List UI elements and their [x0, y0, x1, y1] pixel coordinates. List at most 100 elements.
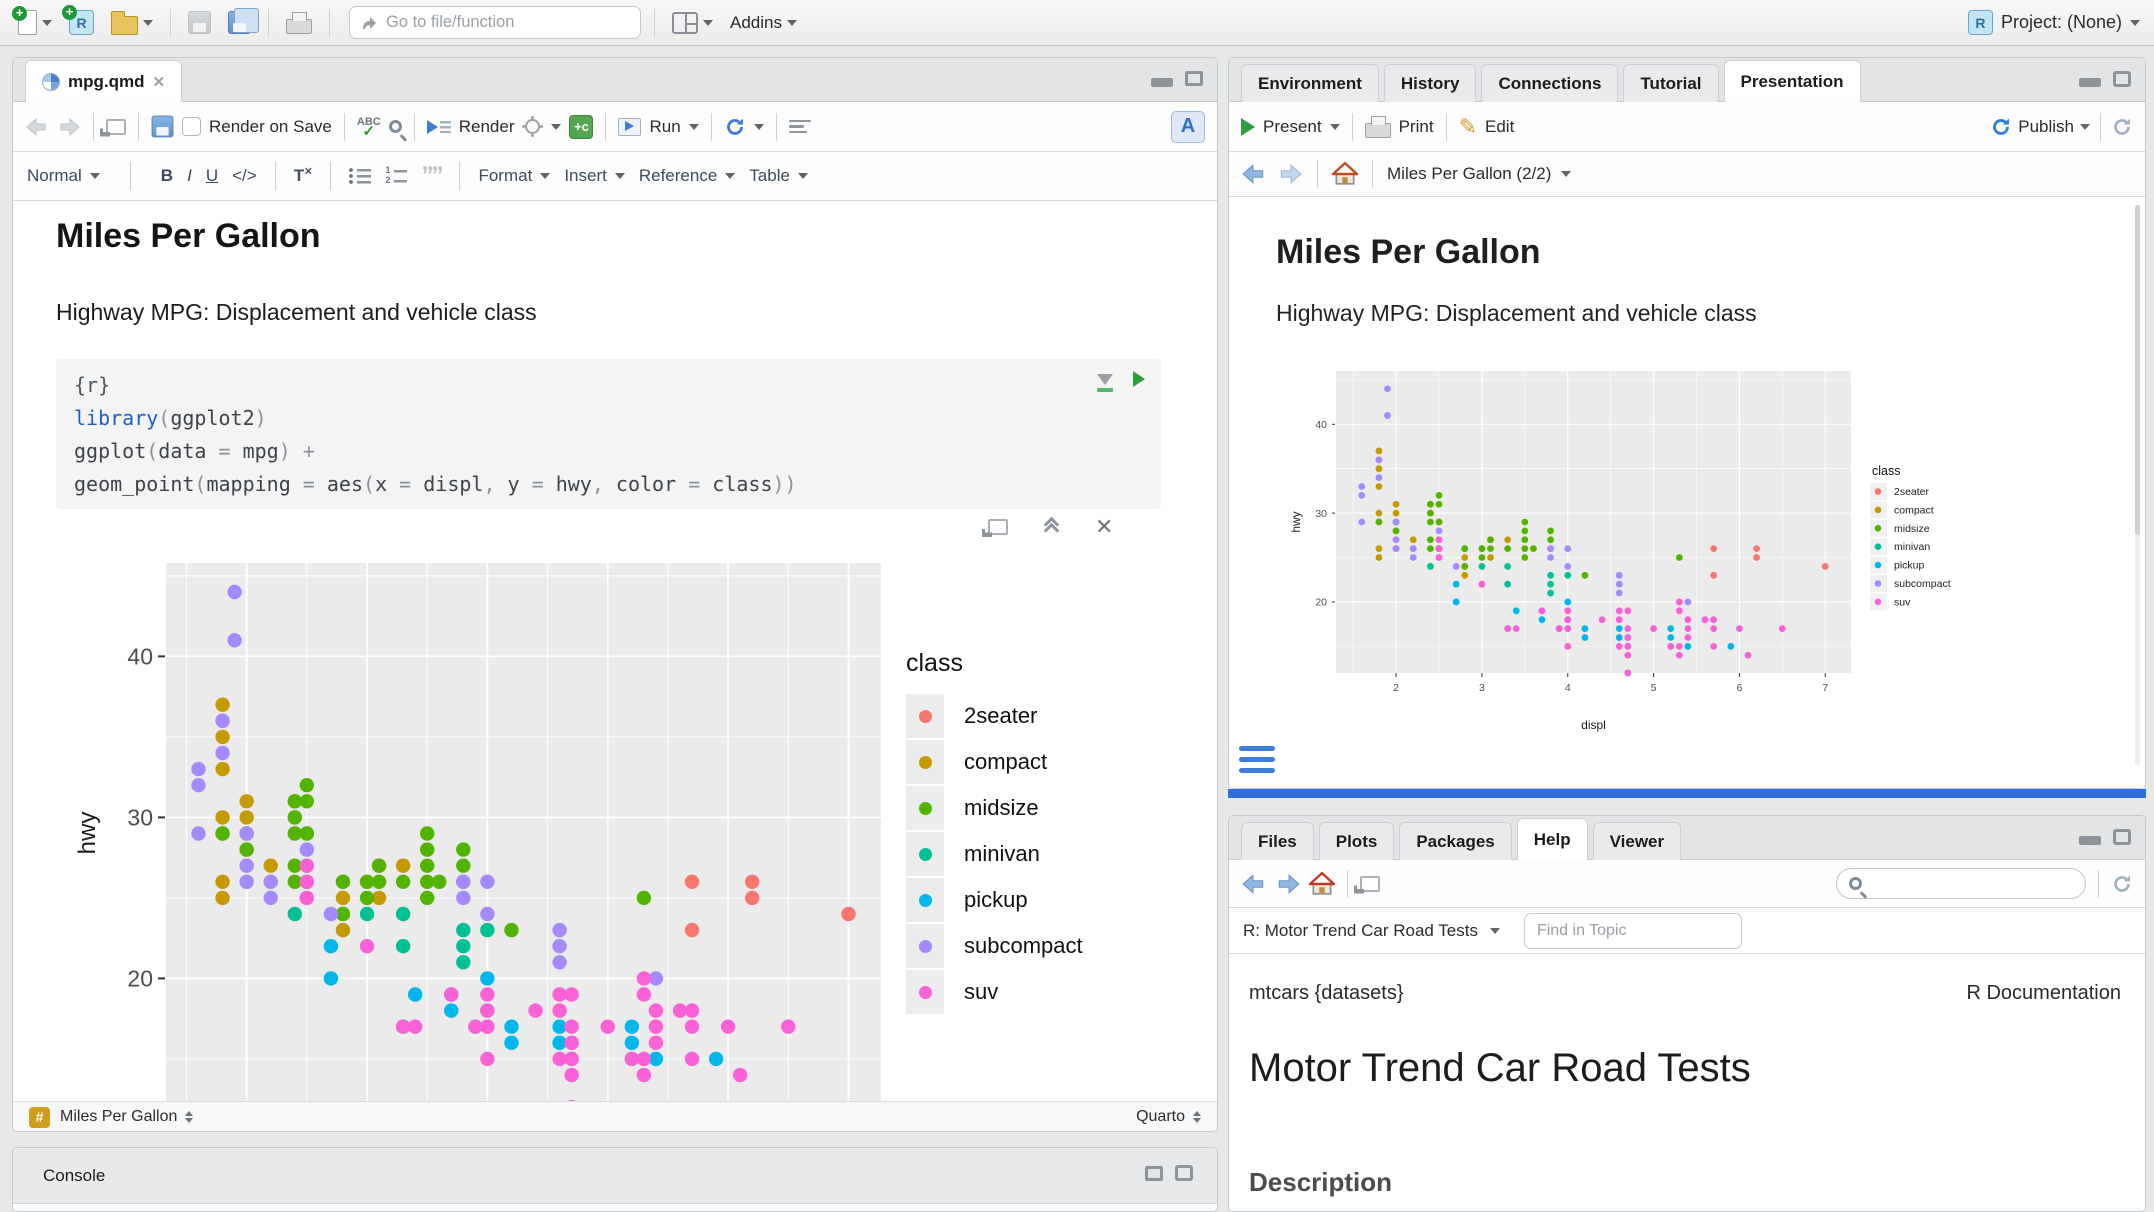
maximize-icon[interactable]	[2113, 71, 2131, 87]
help-topic-selector[interactable]: R: Motor Trend Car Road Tests	[1243, 921, 1478, 941]
chevron-down-icon[interactable]	[1330, 124, 1340, 130]
run-label[interactable]: Run	[649, 117, 680, 137]
popout-icon[interactable]	[1360, 876, 1380, 892]
search-icon[interactable]	[389, 120, 402, 133]
render-icon[interactable]	[427, 118, 451, 136]
home-icon[interactable]	[1309, 872, 1335, 896]
popout-icon[interactable]	[988, 519, 1008, 535]
chunk-code[interactable]: library(ggplot2)ggplot(data = mpg) + geo…	[74, 402, 1143, 501]
restore-icon[interactable]	[1185, 71, 1203, 86]
publish-label[interactable]: Publish	[2018, 117, 2074, 137]
tab-environment[interactable]: Environment	[1241, 64, 1379, 102]
panes-layout-button[interactable]	[668, 9, 717, 37]
slide-nav-title[interactable]: Miles Per Gallon (2/2)	[1387, 164, 1551, 184]
back-icon[interactable]	[1241, 163, 1267, 185]
chevron-down-icon[interactable]	[143, 20, 153, 26]
tab-tutorial[interactable]: Tutorial	[1623, 64, 1718, 102]
updown-icon[interactable]	[185, 1111, 193, 1123]
tab-mpg-qmd[interactable]: mpg.qmd ✕	[25, 60, 182, 102]
tab-plots[interactable]: Plots	[1319, 822, 1395, 860]
console-header[interactable]: Console	[13, 1148, 1217, 1204]
present-icon[interactable]	[1241, 118, 1255, 136]
forward-icon[interactable]	[57, 117, 81, 137]
new-project-button[interactable]: R+	[65, 7, 98, 38]
pane-focus-bar[interactable]	[1228, 789, 2146, 798]
collapse-output-icon[interactable]	[1046, 519, 1057, 536]
save-button[interactable]	[184, 8, 215, 37]
gear-icon[interactable]	[525, 119, 540, 134]
code-button[interactable]: </>	[232, 166, 257, 186]
tab-viewer[interactable]: Viewer	[1593, 822, 1682, 860]
slide-menu-icon[interactable]	[1239, 746, 1275, 779]
back-icon[interactable]	[25, 117, 49, 137]
bullet-list-icon[interactable]	[349, 168, 371, 184]
print-icon[interactable]	[1365, 123, 1391, 138]
run-icon[interactable]	[618, 118, 641, 136]
updown-icon[interactable]	[1193, 1111, 1201, 1123]
help-search-box[interactable]	[1836, 868, 2086, 899]
render-label[interactable]: Render	[459, 117, 515, 137]
chevron-down-icon[interactable]	[551, 124, 561, 130]
addins-menu[interactable]: Addins	[726, 10, 801, 36]
close-icon[interactable]: ✕	[153, 73, 166, 91]
chevron-down-icon[interactable]	[2080, 124, 2090, 130]
tab-connections[interactable]: Connections	[1481, 64, 1618, 102]
chevron-down-icon[interactable]	[1561, 171, 1571, 177]
section-selector[interactable]: Miles Per Gallon	[60, 1108, 177, 1126]
chevron-down-icon[interactable]	[689, 124, 699, 130]
minimize-icon[interactable]	[1151, 78, 1173, 87]
forward-icon[interactable]	[1275, 873, 1301, 895]
print-label[interactable]: Print	[1399, 117, 1434, 137]
paragraph-style-dropdown[interactable]: Normal	[27, 166, 100, 186]
table-menu[interactable]: Table	[749, 166, 808, 186]
chevron-down-icon[interactable]	[703, 20, 713, 26]
tab-help[interactable]: Help	[1517, 818, 1588, 860]
minimize-icon[interactable]	[2079, 78, 2101, 87]
new-file-button[interactable]: +	[14, 7, 56, 38]
edit-label[interactable]: Edit	[1485, 117, 1514, 137]
maximize-icon[interactable]	[2113, 829, 2131, 845]
popout-icon[interactable]	[106, 119, 126, 135]
doc-mode-selector[interactable]: Quarto	[1136, 1108, 1185, 1126]
insert-menu[interactable]: Insert	[564, 166, 625, 186]
refresh-icon[interactable]	[2111, 873, 2133, 895]
run-chunks-above-icon[interactable]	[1097, 374, 1113, 385]
visual-editor-toggle[interactable]: A	[1171, 111, 1205, 143]
save-icon[interactable]	[152, 116, 174, 138]
help-search-input[interactable]	[1870, 875, 2050, 893]
blockquote-icon[interactable]: ””	[421, 168, 441, 184]
format-menu[interactable]: Format	[478, 166, 550, 186]
find-in-topic-input[interactable]	[1524, 913, 1742, 949]
scrollbar[interactable]	[2135, 205, 2140, 765]
publish-icon[interactable]	[1990, 116, 2012, 138]
clear-format-button[interactable]: T✕	[294, 166, 313, 186]
print-button[interactable]	[282, 8, 316, 37]
render-on-save-checkbox[interactable]	[182, 117, 201, 136]
rerun-icon[interactable]	[724, 116, 746, 138]
run-chunk-icon[interactable]	[1133, 371, 1145, 387]
edit-pencil-icon[interactable]: ✎	[1459, 114, 1477, 140]
home-icon[interactable]	[1332, 162, 1358, 186]
spellcheck-icon[interactable]: ABC✓	[357, 118, 381, 136]
numbered-list-icon[interactable]: 12	[385, 168, 407, 184]
back-icon[interactable]	[1241, 873, 1267, 895]
bold-button[interactable]: B	[161, 166, 173, 186]
minimize-icon[interactable]	[2079, 836, 2101, 845]
close-icon[interactable]: ✕	[1095, 517, 1113, 537]
forward-icon[interactable]	[1277, 163, 1303, 185]
chevron-down-icon[interactable]	[1490, 928, 1500, 934]
chevron-down-icon[interactable]	[754, 124, 764, 130]
project-menu[interactable]: R Project: (None)	[1968, 10, 2140, 35]
maximize-icon[interactable]	[1175, 1165, 1193, 1181]
tab-files[interactable]: Files	[1241, 822, 1314, 860]
save-all-button[interactable]	[224, 8, 255, 37]
refresh-icon[interactable]	[2111, 116, 2133, 138]
chevron-down-icon[interactable]	[42, 20, 52, 26]
reference-menu[interactable]: Reference	[639, 166, 735, 186]
tab-presentation[interactable]: Presentation	[1724, 60, 1861, 102]
goto-file-input[interactable]	[386, 13, 606, 32]
open-file-button[interactable]	[107, 8, 157, 38]
outline-icon[interactable]	[789, 117, 811, 137]
present-label[interactable]: Present	[1263, 117, 1322, 137]
restore-icon[interactable]	[1145, 1166, 1163, 1181]
